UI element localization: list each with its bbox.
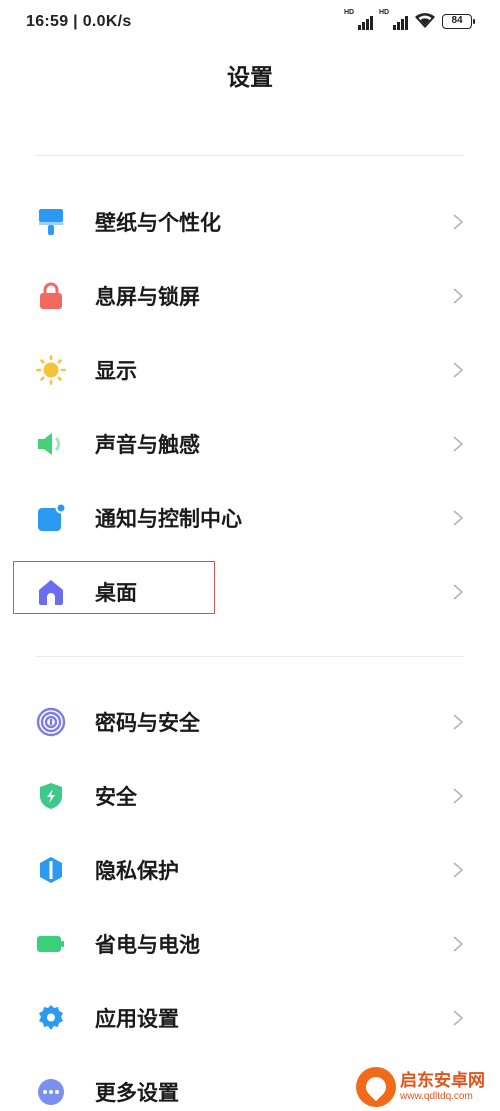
settings-item-password-security[interactable]: 密码与安全: [0, 685, 500, 759]
sim2-hd-label: HD: [379, 9, 390, 16]
settings-item-label: 更多设置: [95, 1081, 179, 1105]
highlight-annotation-box: [13, 561, 215, 614]
settings-item-label: 壁纸与个性化: [95, 211, 221, 235]
settings-item-battery[interactable]: 省电与电池: [0, 907, 500, 981]
status-time-speed: 16:59 | 0.0K/s: [26, 13, 132, 30]
watermark-url: www.qdltdq.com: [400, 1090, 473, 1102]
settings-item-lockscreen[interactable]: 息屏与锁屏: [0, 259, 500, 333]
sim1-hd-label: HD: [344, 9, 355, 16]
page-title: 设置: [227, 65, 273, 91]
settings-item-privacy[interactable]: 隐私保护: [0, 833, 500, 907]
battery-indicator: 84: [442, 13, 475, 29]
status-bar: 16:59 | 0.0K/s HD HD 84: [0, 0, 500, 46]
more-icon: [36, 1077, 66, 1107]
settings-item-label: 安全: [95, 785, 137, 809]
divider-middle: [36, 656, 464, 657]
settings-item-label: 隐私保护: [95, 859, 179, 883]
sun-icon: [36, 355, 66, 385]
wallpaper-brush-icon: [36, 207, 66, 237]
chevron-right-icon: [453, 788, 464, 804]
watermark-name: 启东安卓网: [400, 1071, 485, 1092]
signal-sim1-icon: HD: [344, 9, 373, 30]
settings-item-sound[interactable]: 声音与触感: [0, 407, 500, 481]
notification-icon: [36, 503, 66, 533]
status-icons: HD HD 84: [344, 9, 475, 30]
chevron-right-icon: [453, 214, 464, 230]
signal-sim2-icon: HD: [379, 9, 408, 30]
settings-item-label: 应用设置: [95, 1007, 179, 1031]
settings-item-display[interactable]: 显示: [0, 333, 500, 407]
wifi-icon: [415, 13, 435, 28]
settings-item-notifications[interactable]: 通知与控制中心: [0, 481, 500, 555]
site-watermark: 启东安卓网 www.qdltdq.com: [356, 1065, 496, 1109]
chevron-right-icon: [453, 510, 464, 526]
chevron-right-icon: [453, 288, 464, 304]
settings-item-label: 通知与控制中心: [95, 507, 242, 531]
fingerprint-icon: [36, 707, 66, 737]
watermark-logo-icon: [356, 1067, 396, 1107]
chevron-right-icon: [453, 714, 464, 730]
settings-item-security[interactable]: 安全: [0, 759, 500, 833]
privacy-icon: [36, 855, 66, 885]
settings-item-wallpaper[interactable]: 壁纸与个性化: [0, 185, 500, 259]
speaker-icon: [36, 429, 66, 459]
settings-item-label: 省电与电池: [95, 933, 200, 957]
divider-top: [36, 155, 464, 156]
lock-icon: [36, 281, 66, 311]
chevron-right-icon: [453, 362, 464, 378]
settings-item-label: 声音与触感: [95, 433, 200, 457]
gear-icon: [36, 1003, 66, 1033]
chevron-right-icon: [453, 936, 464, 952]
settings-item-label: 息屏与锁屏: [95, 285, 200, 309]
chevron-right-icon: [453, 584, 464, 600]
chevron-right-icon: [453, 862, 464, 878]
chevron-right-icon: [453, 436, 464, 452]
settings-item-label: 密码与安全: [95, 711, 200, 735]
chevron-right-icon: [453, 1010, 464, 1026]
settings-item-label: 显示: [95, 359, 137, 383]
battery-icon: [36, 929, 66, 959]
shield-icon: [36, 781, 66, 811]
settings-item-app-settings[interactable]: 应用设置: [0, 981, 500, 1055]
